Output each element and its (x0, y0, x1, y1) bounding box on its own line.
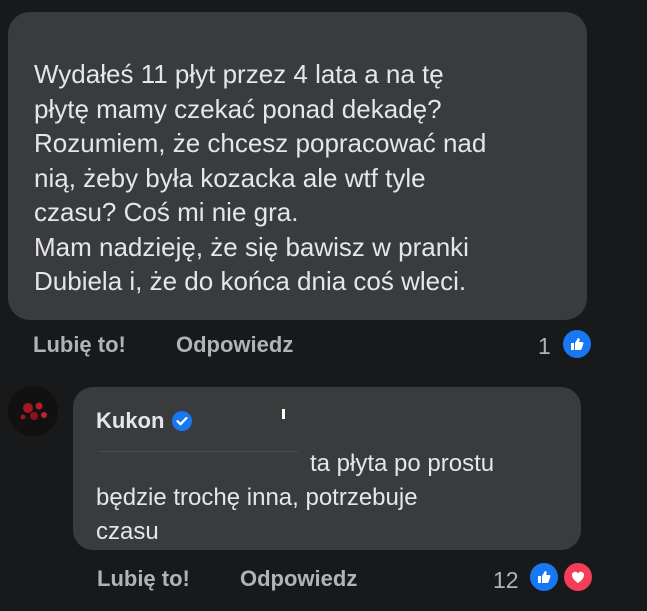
avatar[interactable] (8, 386, 58, 436)
love-icon[interactable] (562, 561, 594, 593)
comment-text-line: czasu? Coś mi nie gra. (34, 197, 299, 227)
comment-text-line: Wydałeś 11 płyt przez 4 lata a na tę (34, 59, 444, 89)
reply-header: Kukon (96, 405, 557, 437)
reply-reply-button[interactable]: Odpowiedz (240, 566, 357, 592)
redaction-mark (282, 409, 285, 419)
reply-bubble: Kukon ta płyta po prostu będzie trochę i… (73, 387, 581, 550)
comment-text-line: Mam nadzieję, że się bawisz w pranki (34, 231, 469, 262)
like-icon[interactable] (561, 328, 593, 360)
reply-text-line: ta płyta po prostu (96, 447, 557, 481)
comment-bubble: Wydałeś 11 płyt przez 4 lata a na tę pły… (8, 12, 587, 320)
comment-text-line: Dubiela i, że do końca dnia coś wleci. (34, 266, 467, 296)
reply-comment-button[interactable]: Odpowiedz (176, 332, 293, 358)
reaction-count[interactable]: 12 (493, 567, 519, 594)
like-comment-button[interactable]: Lubię to! (33, 332, 126, 358)
like-reply-button[interactable]: Lubię to! (97, 566, 190, 592)
comment-text-line: nią, żeby była kozacka ale wtf tyle (34, 162, 426, 193)
verified-badge-icon (171, 410, 193, 432)
reaction-count[interactable]: 1 (538, 333, 551, 360)
comment-text-line: płytę mamy czekać ponad dekadę? (34, 93, 442, 124)
comment-text-line: Rozumiem, że chcesz popracować nad (34, 128, 487, 158)
author-name[interactable]: Kukon (96, 404, 164, 438)
reply-text-line: czasu (96, 518, 159, 545)
like-icon[interactable] (528, 561, 560, 593)
reply-text-line: będzie trochę inna, potrzebuje (96, 484, 418, 511)
